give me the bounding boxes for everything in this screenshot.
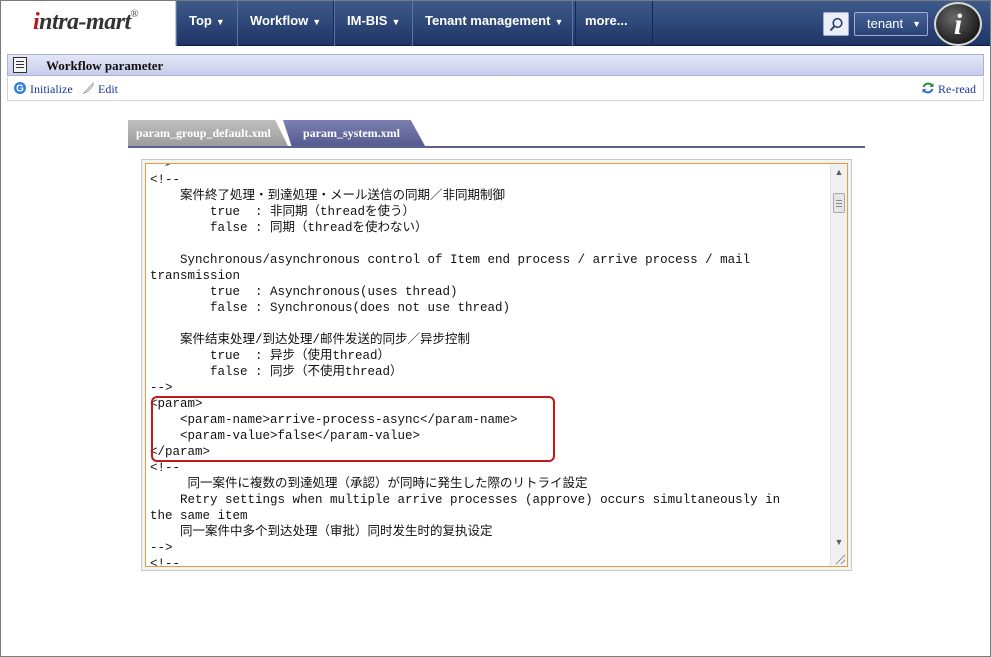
tenant-dropdown[interactable]: tenant ▼ [854, 12, 928, 36]
code-line: false : 同步（不使用thread） [150, 365, 403, 379]
page-title-bar: Workflow parameter [7, 54, 984, 76]
chevron-down-icon: ▼ [391, 16, 401, 27]
nav-more[interactable]: more...▼ [572, 1, 653, 67]
code-line: Synchronous/asynchronous control of Item… [150, 253, 751, 267]
chevron-down-icon: ▼ [912, 19, 921, 29]
tab-label: param_group_default.xml [136, 126, 271, 140]
code-line: <!-- [150, 173, 181, 187]
resize-grip-icon[interactable] [835, 554, 845, 564]
nav-top-label: Top [189, 13, 212, 28]
code-line: 同一案件中多个到达处理（审批）同时发生时的复执设定 [150, 525, 493, 539]
avatar-letter: i [953, 8, 963, 41]
scroll-thumb[interactable] [833, 193, 845, 213]
svg-text:G: G [16, 84, 24, 95]
code-line: Retry settings when multiple arrive proc… [150, 493, 781, 507]
code-line: true : 异步（使用thread） [150, 349, 391, 363]
code-line: <!-- [150, 461, 181, 475]
reload-icon [922, 82, 934, 94]
toolbar: G Initialize Edit Re-read [7, 77, 984, 101]
tenant-label: tenant [867, 16, 904, 31]
tab-param-group-default[interactable]: param_group_default.xml [128, 120, 288, 146]
top-nav-bar: intra-mart® Top ▼ Workflow ▼ IM-BIS ▼ Tenan… [1, 1, 990, 67]
tab-label: param_system.xml [303, 126, 400, 140]
edit-button[interactable]: Edit [81, 81, 118, 97]
refresh-g-icon: G [14, 82, 26, 95]
xml-content: --> <!-- 案件終了処理・到達処理・メール送信の同期／非同期制御 true … [150, 163, 830, 567]
chevron-down-icon: ▼ [312, 16, 322, 27]
app-window: intra-mart® Top ▼ Workflow ▼ IM-BIS ▼ Tenan… [0, 0, 991, 657]
code-line: 案件结束处理/到达处理/邮件发送的同步／异步控制 [150, 333, 471, 347]
nav-more-label: more... [585, 13, 628, 28]
code-line: --> [150, 541, 173, 555]
intra-mart-logo[interactable]: intra-mart® [33, 9, 138, 36]
code-line: --> [150, 381, 173, 395]
reread-label: Re-read [938, 82, 976, 96]
initialize-button[interactable]: G Initialize [13, 81, 73, 97]
nav-workflow[interactable]: Workflow ▼ [237, 1, 335, 46]
nav-tenant-management[interactable]: Tenant management ▼ [412, 1, 577, 46]
tab-param-system[interactable]: param_system.xml [283, 120, 425, 146]
nav-top[interactable]: Top ▼ [176, 1, 238, 46]
editor-container: --> <!-- 案件終了処理・到達処理・メール送信の同期／非同期制御 true … [141, 159, 852, 571]
initialize-label: Initialize [30, 82, 73, 96]
chevron-down-icon: ▼ [554, 16, 564, 27]
tab-underline [128, 146, 865, 148]
code-line: 同一案件に複数の到達処理（承認）が同時に発生した際のリトライ設定 [150, 477, 588, 491]
code-line: false : 同期（threadを使わない） [150, 221, 428, 235]
code-line: false : Synchronous(does not use thread) [150, 301, 511, 315]
chevron-down-icon: ▼ [215, 16, 225, 27]
code-line: transmission [150, 269, 241, 283]
reread-button[interactable]: Re-read [921, 81, 976, 97]
highlight-box [151, 396, 555, 462]
feather-pen-icon [82, 82, 94, 95]
page-title: Workflow parameter [46, 58, 164, 73]
code-line: 案件終了処理・到達処理・メール送信の同期／非同期制御 [150, 189, 506, 203]
code-line: true : Asynchronous(uses thread) [150, 285, 458, 299]
logo-area[interactable]: intra-mart® [1, 1, 176, 46]
search-button[interactable] [823, 12, 849, 36]
avatar[interactable]: i [934, 2, 982, 46]
clipboard-icon [13, 57, 27, 73]
edit-label: Edit [98, 82, 118, 96]
xml-textarea[interactable]: --> <!-- 案件終了処理・到達処理・メール送信の同期／非同期制御 true … [145, 163, 848, 567]
code-line: true : 非同期（threadを使う） [150, 205, 416, 219]
vertical-scrollbar[interactable]: ▲ ▼ [830, 164, 847, 566]
search-icon [829, 17, 843, 32]
scroll-down-icon[interactable]: ▼ [831, 534, 847, 550]
nav-tenant-management-label: Tenant management [425, 13, 551, 28]
nav-im-bis[interactable]: IM-BIS ▼ [334, 1, 414, 46]
scroll-up-icon[interactable]: ▲ [831, 164, 847, 180]
code-line: the same item [150, 509, 248, 523]
code-line: <!-- [150, 557, 181, 567]
nav-im-bis-label: IM-BIS [347, 13, 388, 28]
nav-workflow-label: Workflow [250, 13, 309, 28]
code-line: --> [150, 163, 173, 171]
